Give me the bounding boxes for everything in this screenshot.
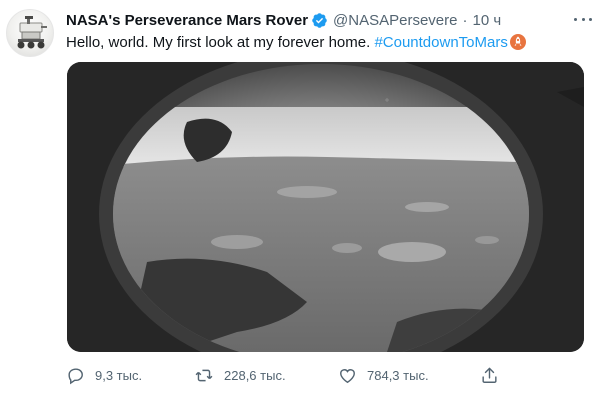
retweet-icon (195, 369, 213, 381)
retweet-button[interactable]: 228,6 тыс. (194, 362, 286, 388)
tweet-body: Hello, world. My first look at my foreve… (66, 34, 375, 51)
mars-surface-photo (67, 62, 584, 352)
author-avatar[interactable] (6, 9, 54, 57)
author-display-name[interactable]: NASA's Perseverance Mars Rover (66, 12, 308, 29)
share-icon (482, 367, 497, 383)
hashtag-link[interactable]: #CountdownToMars (374, 34, 507, 51)
tweet-timestamp[interactable]: 10 ч (472, 12, 501, 29)
reply-count: 9,3 тыс. (95, 367, 143, 383)
retweet-count: 228,6 тыс. (224, 367, 286, 383)
tweet-header: NASA's Perseverance Mars Rover @NASAPers… (66, 10, 580, 30)
tweet-text: Hello, world. My first look at my foreve… (66, 33, 526, 56)
reply-icon (68, 367, 83, 384)
rocket-emoji-icon (509, 34, 526, 56)
tweet-media-photo[interactable] (67, 62, 584, 352)
rover-avatar-icon (17, 16, 47, 49)
verified-badge-icon (311, 12, 328, 29)
header-separator: · (462, 11, 468, 29)
like-count: 784,3 тыс. (367, 367, 429, 383)
more-options-icon[interactable] (574, 12, 592, 26)
tweet[interactable]: NASA's Perseverance Mars Rover @NASAPers… (0, 0, 610, 403)
like-button[interactable]: 784,3 тыс. (338, 362, 429, 388)
tweet-actions: 9,3 тыс. 228,6 тыс. 784,3 тыс. (66, 362, 506, 388)
heart-icon (340, 368, 355, 383)
share-button[interactable] (480, 362, 509, 388)
author-handle[interactable]: @NASAPersevere (333, 12, 457, 29)
reply-button[interactable]: 9,3 тыс. (66, 362, 142, 388)
